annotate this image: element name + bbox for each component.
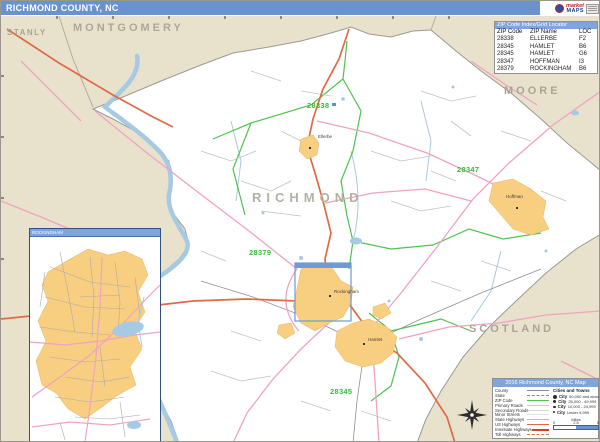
state-line-sample	[527, 395, 549, 396]
compass-rose-icon	[457, 400, 487, 430]
legend-cities: Cities and Towns City50,000 and above Ci…	[549, 388, 600, 437]
zip-index-table: ZIP Code Index/Grid Locator ZIP Code ZIP…	[494, 21, 598, 74]
zip-table-row: 28345 HAMLET G6	[495, 51, 597, 58]
inset-title: ROCKINGHAM	[32, 229, 63, 236]
toll-highways-sample	[527, 434, 549, 435]
zip-table-row: 28347 HOFFMAN I3	[495, 59, 597, 66]
zip-table-row: 28338 ELLERBE F2	[495, 36, 597, 43]
scale-bar-graphic	[553, 425, 599, 430]
col-loc: LOC	[579, 29, 597, 36]
city-label-hamlet: Hamlet	[368, 337, 382, 342]
county-label-scotland: SCOTLAND	[469, 323, 554, 335]
zip-table-row: 28379 ROCKINGHAM B6	[495, 66, 597, 73]
map-page: STANLY MONTGOMERY MOORE RICHMOND SCOTLAN…	[0, 0, 600, 442]
interstate-highways-sample	[532, 429, 549, 431]
legend-item: Toll Highways	[495, 432, 549, 437]
county-label-stanly: STANLY	[7, 28, 47, 37]
city-label-ellerbe: Ellerbe	[318, 134, 332, 139]
county-label-richmond: RICHMOND	[252, 190, 364, 205]
county-label-montgomery: MONTGOMERY	[73, 22, 184, 34]
zip-label-28347: 28347	[457, 165, 479, 174]
city-label-hoffman: Hoffman	[506, 194, 523, 199]
scale-bar: Miles 0 2.5 5	[553, 417, 599, 431]
primary-roads-sample	[527, 405, 549, 406]
legend-line-items: County State ZIP Code Primary Roads Seco…	[495, 388, 549, 437]
rockingham-inset-map: ROCKINGHAM	[29, 228, 161, 442]
title-bar: RICHMOND COUNTY, NC	[1, 1, 540, 15]
county-label-moore: MOORE	[504, 85, 561, 97]
col-zip-name: ZIP Name	[530, 29, 579, 36]
zip-table-column-row: ZIP Code ZIP Name LOC	[495, 29, 597, 36]
zip-table-row: 28345 HAMLET B6	[495, 44, 597, 51]
zip-line-sample	[527, 400, 549, 401]
city-dot-icon	[553, 395, 557, 399]
publisher-logo: market MAPS	[540, 1, 600, 16]
us-highways-sample	[527, 424, 549, 425]
inset-header: ROCKINGHAM	[30, 229, 160, 237]
legend-title: 2016 Richmond County, NC Map	[493, 379, 598, 387]
map-legend: 2016 Richmond County, NC Map County Stat…	[492, 378, 599, 439]
city-dot-icon	[553, 406, 556, 409]
secondary-roads-sample	[528, 410, 549, 411]
city-dot-icon	[553, 400, 556, 403]
logo-caps-text: MAPS	[566, 9, 584, 14]
page-title: RICHMOND COUNTY, NC	[6, 3, 119, 13]
globe-icon	[555, 4, 564, 13]
inset-map-canvas	[30, 237, 160, 442]
zip-label-28338: 28338	[307, 101, 329, 110]
county-line-sample	[527, 390, 549, 391]
city-dot-icon	[553, 411, 555, 413]
logo-stamp	[586, 4, 599, 14]
legend-city-item: CityUnder 9,999	[553, 410, 600, 415]
zip-table-header: ZIP Code Index/Grid Locator	[495, 22, 597, 29]
col-zip-code: ZIP Code	[497, 29, 530, 36]
minor-streets-sample	[527, 414, 549, 415]
state-highways-sample	[527, 419, 549, 420]
zip-label-28379: 28379	[249, 248, 271, 257]
poi-icon	[332, 103, 336, 106]
city-label-rockingham: Rockingham	[334, 289, 359, 294]
zip-label-28345: 28345	[330, 387, 352, 396]
